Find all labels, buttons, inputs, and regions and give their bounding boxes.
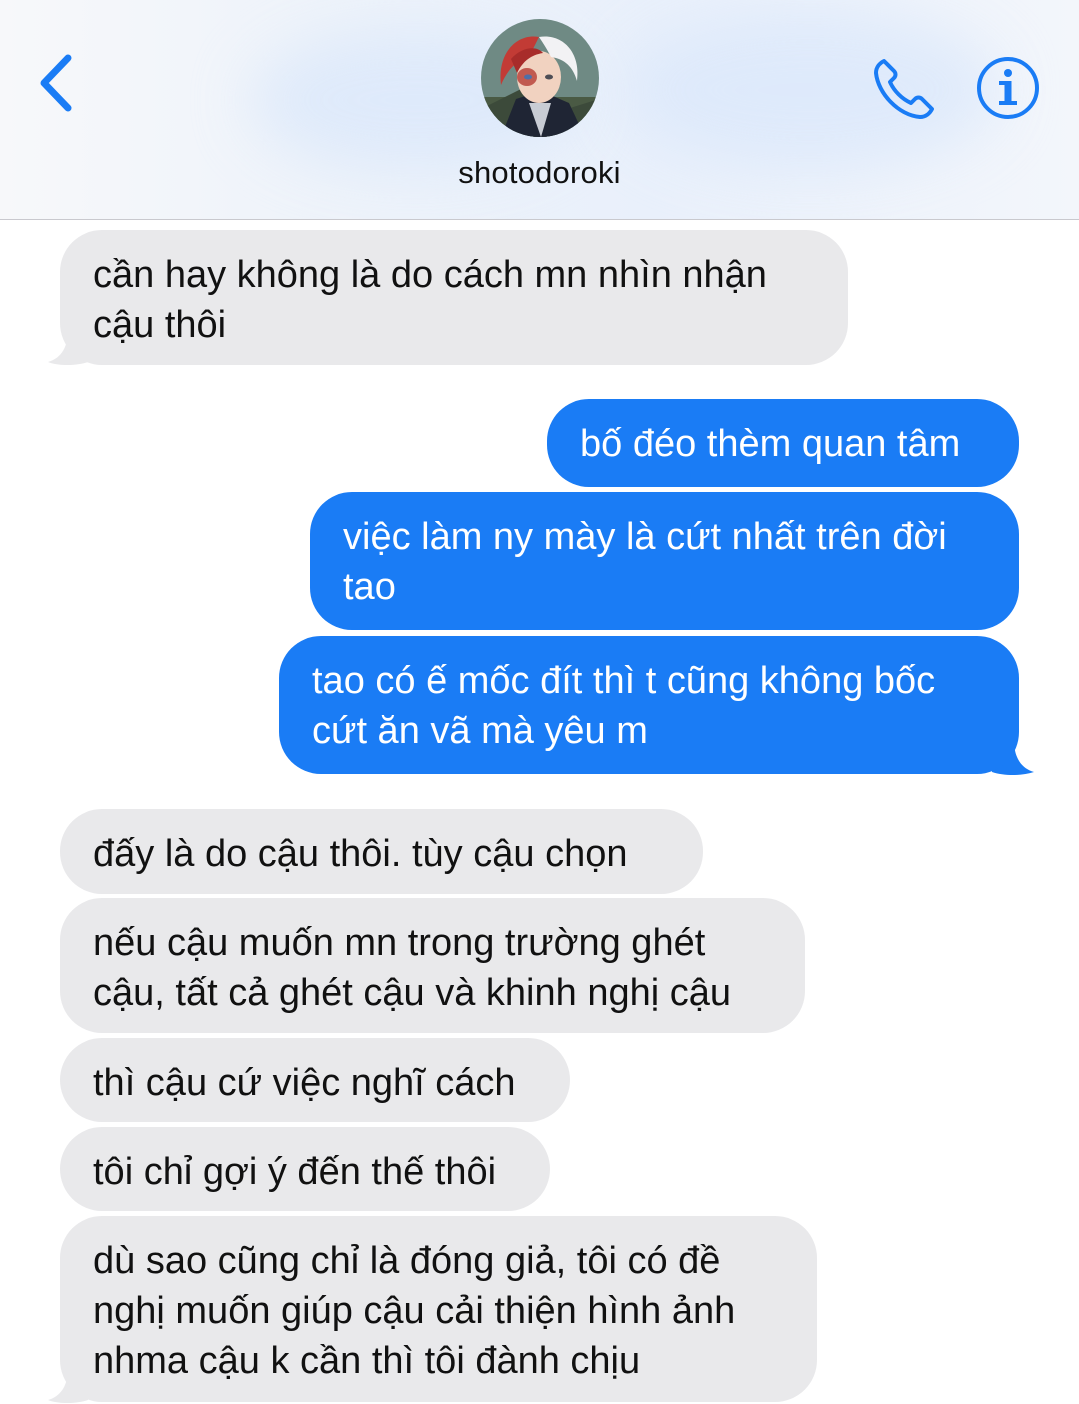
message-bubble-incoming[interactable]: nếu cậu muốn mn trong trường ghét cậu, t… (60, 898, 805, 1033)
info-button[interactable] (975, 55, 1041, 121)
contact-name[interactable]: shotodoroki (0, 155, 1079, 191)
info-icon (977, 57, 1039, 119)
chat-screen: shotodoroki cần hay không là do cách mn … (0, 0, 1079, 1404)
message-bubble-outgoing[interactable]: tao có ế mốc đít thì t cũng không bốc cứ… (279, 636, 1019, 774)
chevron-left-icon (40, 54, 72, 112)
phone-icon (874, 59, 934, 119)
conversation-header: shotodoroki (0, 0, 1079, 220)
message-bubble-incoming[interactable]: dù sao cũng chỉ là đóng giả, tôi có đề n… (60, 1216, 817, 1402)
message-bubble-incoming[interactable]: cần hay không là do cách mn nhìn nhận cậ… (60, 230, 848, 365)
message-bubble-incoming[interactable]: đấy là do cậu thôi. tùy cậu chọn (60, 809, 703, 894)
call-button[interactable] (870, 55, 938, 123)
back-button[interactable] (30, 48, 90, 118)
message-bubble-outgoing[interactable]: việc làm ny mày là cứt nhất trên đời tao (310, 492, 1019, 630)
message-bubble-outgoing[interactable]: bố đéo thèm quan tâm (547, 399, 1019, 487)
message-bubble-incoming[interactable]: tôi chỉ gợi ý đến thế thôi (60, 1127, 550, 1211)
message-bubble-incoming[interactable]: thì cậu cứ việc nghĩ cách (60, 1038, 570, 1122)
contact-avatar[interactable] (481, 19, 599, 137)
